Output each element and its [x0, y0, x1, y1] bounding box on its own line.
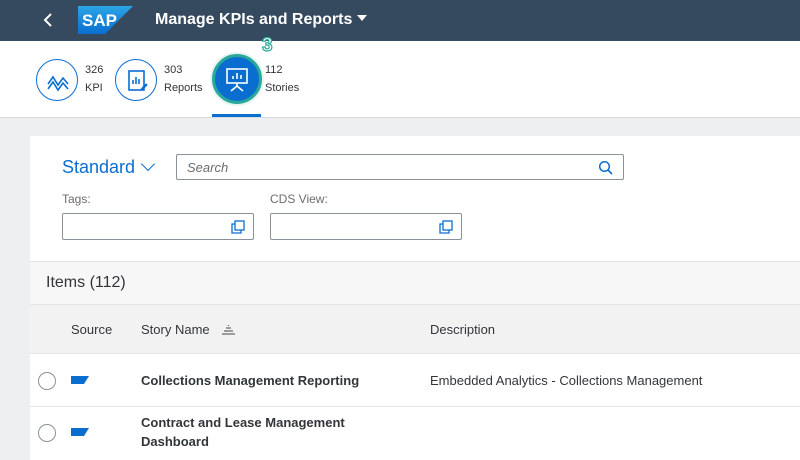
- kpi-tile-reports[interactable]: 303 Reports: [115, 41, 210, 118]
- tags-field[interactable]: [62, 213, 254, 240]
- value-help-icon[interactable]: [231, 220, 245, 234]
- back-button[interactable]: [38, 9, 58, 31]
- filter-bar: Standard Search Tags: CDS View:: [30, 136, 800, 261]
- selected-tab-indicator: [212, 114, 261, 117]
- kpi-label: KPI: [85, 82, 103, 94]
- sac-source-icon: [71, 376, 89, 384]
- story-name[interactable]: Contract and Lease Management Dashboard: [141, 413, 391, 451]
- tags-label: Tags:: [62, 192, 91, 206]
- column-description[interactable]: Description: [430, 322, 495, 337]
- search-input[interactable]: Search: [176, 154, 624, 180]
- row-select-radio[interactable]: [38, 424, 56, 442]
- story-name[interactable]: Collections Management Reporting: [141, 371, 391, 390]
- kpi-count: 326: [85, 64, 104, 76]
- reports-label: Reports: [164, 82, 203, 94]
- column-source[interactable]: Source: [71, 322, 112, 337]
- stories-table: Items (112) Source Story Name Descriptio…: [30, 261, 800, 460]
- value-help-icon[interactable]: [439, 220, 453, 234]
- sac-source-icon: [71, 428, 89, 436]
- sap-logo-text: SAP: [82, 11, 117, 30]
- chevron-left-icon: [43, 13, 52, 27]
- caret-down-icon: [357, 14, 368, 21]
- story-presentation-icon: [212, 54, 262, 104]
- stories-count: 112: [265, 64, 283, 76]
- kpi-tile-kpi[interactable]: 326 KPI: [36, 41, 116, 118]
- story-name-line1: Contract and Lease Management: [141, 415, 345, 430]
- kpi-tile-stories[interactable]: 112 Stories: [212, 41, 307, 118]
- reports-count: 303: [164, 64, 183, 76]
- table-header: Source Story Name Description: [30, 304, 800, 354]
- search-placeholder: Search: [187, 160, 229, 175]
- variant-selector[interactable]: Standard: [62, 156, 156, 178]
- step-number-badge: 3: [261, 35, 273, 56]
- app-title: Manage KPIs and Reports: [155, 11, 353, 28]
- row-select-radio[interactable]: [38, 372, 56, 390]
- column-story-name[interactable]: Story Name: [141, 322, 210, 337]
- app-title-menu[interactable]: Manage KPIs and Reports: [155, 9, 368, 31]
- table-row[interactable]: Contract and Lease Management Dashboard: [30, 407, 800, 460]
- shell-bar: SAP Manage KPIs and Reports: [0, 0, 800, 41]
- kpi-trend-icon: [36, 59, 78, 101]
- cds-view-field[interactable]: [270, 213, 462, 240]
- table-row[interactable]: Collections Management Reporting Embedde…: [30, 354, 800, 407]
- cds-view-label: CDS View:: [270, 192, 328, 206]
- stories-label: Stories: [265, 82, 300, 94]
- search-icon[interactable]: [598, 160, 614, 176]
- report-icon: [115, 59, 157, 101]
- story-name-line2: Dashboard: [141, 434, 209, 449]
- table-toolbar: Items (112): [30, 261, 800, 304]
- chevron-down-icon: [140, 156, 156, 172]
- kpi-header: 326 KPI 303 Reports 112 Stories: [0, 41, 800, 118]
- sort-icon[interactable]: [222, 325, 235, 335]
- story-description: Embedded Analytics - Collections Managem…: [430, 373, 703, 388]
- items-count-title: Items (112): [46, 274, 126, 291]
- variant-label: Standard: [62, 157, 136, 177]
- sap-logo: SAP: [78, 6, 133, 34]
